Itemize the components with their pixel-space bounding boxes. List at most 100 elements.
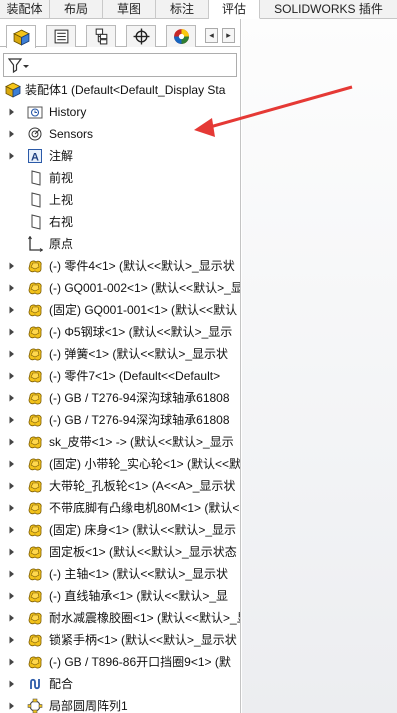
- tree-item[interactable]: 上视: [0, 189, 240, 211]
- featuremanager-tab[interactable]: [6, 25, 36, 48]
- tree-root-label: 装配体1 (Default<Default_Display Sta: [25, 83, 226, 97]
- tree-item[interactable]: 前视: [0, 167, 240, 189]
- graphics-area[interactable]: [242, 19, 397, 713]
- tree-item[interactable]: 右视: [0, 211, 240, 233]
- tree-item[interactable]: (固定) 床身<1> (默认<<默认>_显示: [0, 519, 240, 541]
- tree-item-label: (-) GB / T896-86开口挡圈9<1> (默: [49, 655, 231, 669]
- expand-arrow-icon[interactable]: [9, 284, 15, 292]
- tree-item-label: (固定) 床身<1> (默认<<默认>_显示: [49, 523, 237, 537]
- expand-arrow-icon[interactable]: [9, 350, 15, 358]
- crosshair-icon: [133, 28, 149, 45]
- expand-arrow-icon[interactable]: [9, 460, 15, 468]
- part-icon: [28, 348, 42, 361]
- tree-item[interactable]: A 注解: [0, 145, 240, 167]
- expand-arrow-icon[interactable]: [9, 108, 15, 116]
- part-icon: [28, 458, 42, 471]
- expand-arrow-icon[interactable]: [9, 152, 15, 160]
- plane-icon: [31, 170, 41, 186]
- tree-item[interactable]: (-) 零件7<1> (Default<<Default>: [0, 365, 240, 387]
- expand-arrow-icon[interactable]: [9, 438, 15, 446]
- expand-arrow-icon[interactable]: [9, 636, 15, 644]
- expand-arrow-icon[interactable]: [9, 658, 15, 666]
- expand-arrow-icon[interactable]: [9, 306, 15, 314]
- expand-arrow-icon[interactable]: [9, 416, 15, 424]
- dimxpertmanager-tab[interactable]: [126, 25, 156, 47]
- tree-item[interactable]: sk_皮带<1> -> (默认<<默认>_显示: [0, 431, 240, 453]
- part-icon: [28, 304, 42, 317]
- part-icon: [28, 480, 42, 493]
- tree-item[interactable]: (-) GQ001-002<1> (默认<<默认>_显: [0, 277, 240, 299]
- expand-arrow-icon[interactable]: [9, 526, 15, 534]
- tree-item-label: (-) GB / T276-94深沟球轴承61808: [49, 391, 230, 405]
- tree-item[interactable]: (固定) GQ001-001<1> (默认<<默认: [0, 299, 240, 321]
- tree-item-label: (-) 直线轴承<1> (默认<<默认>_显: [49, 589, 229, 603]
- tree-item[interactable]: (-) 零件4<1> (默认<<默认>_显示状: [0, 255, 240, 277]
- tree-item[interactable]: 原点: [0, 233, 240, 255]
- tree-item[interactable]: (固定) 小带轮_实心轮<1> (默认<<默: [0, 453, 240, 475]
- tree-item[interactable]: 不带底脚有凸缘电机80M<1> (默认<: [0, 497, 240, 519]
- tab-sketch[interactable]: 草图: [103, 0, 156, 19]
- configurationmanager-tab[interactable]: [86, 25, 116, 47]
- sensors-icon: [28, 127, 42, 141]
- part-icon: [28, 370, 42, 383]
- tree-item[interactable]: 局部圆周阵列1: [0, 695, 240, 713]
- tree-item[interactable]: (-) Φ5钢球<1> (默认<<默认>_显示: [0, 321, 240, 343]
- part-icon: [28, 326, 42, 339]
- tree-item[interactable]: (-) GB / T276-94深沟球轴承61808: [0, 387, 240, 409]
- tree-item-label: (-) 主轴<1> (默认<<默认>_显示状: [49, 567, 229, 581]
- propertymanager-tab[interactable]: [46, 25, 76, 47]
- scroll-left-button[interactable]: ◂: [205, 28, 218, 43]
- expand-arrow-icon[interactable]: [9, 130, 15, 138]
- tab-assembly[interactable]: 装配体: [0, 0, 50, 19]
- expand-arrow-icon[interactable]: [9, 680, 15, 688]
- tab-evaluate[interactable]: 评估: [209, 0, 260, 19]
- tree-item[interactable]: (-) 主轴<1> (默认<<默认>_显示状: [0, 563, 240, 585]
- tree-item[interactable]: 大带轮_孔板轮<1> (A<<A>_显示状: [0, 475, 240, 497]
- tree-item[interactable]: 锁紧手柄<1> (默认<<默认>_显示状: [0, 629, 240, 651]
- expand-arrow-icon[interactable]: [9, 702, 15, 710]
- tree-item[interactable]: (-) 弹簧<1> (默认<<默认>_显示状: [0, 343, 240, 365]
- expand-arrow-icon[interactable]: [9, 262, 15, 270]
- tree-item[interactable]: 固定板<1> (默认<<默认>_显示状态: [0, 541, 240, 563]
- expand-arrow-icon[interactable]: [9, 614, 15, 622]
- svg-text:A: A: [31, 152, 39, 164]
- tree-item[interactable]: History: [0, 101, 240, 123]
- propertymanager-icon: [54, 29, 68, 44]
- tree-root[interactable]: 装配体1 (Default<Default_Display Sta: [0, 79, 240, 101]
- tree-item-label: (-) 弹簧<1> (默认<<默认>_显示状: [49, 347, 229, 361]
- expand-arrow-icon[interactable]: [9, 570, 15, 578]
- tree-item[interactable]: (-) GB / T896-86开口挡圈9<1> (默: [0, 651, 240, 673]
- display-manager-tab[interactable]: [166, 25, 196, 47]
- expand-arrow-icon[interactable]: [9, 372, 15, 380]
- tree-item-label: Sensors: [49, 127, 94, 141]
- expand-arrow-icon[interactable]: [9, 548, 15, 556]
- tree-item[interactable]: 耐水减震橡胶圈<1> (默认<<默认>_显: [0, 607, 240, 629]
- tree-filter[interactable]: [3, 53, 237, 77]
- tab-layout[interactable]: 布局: [50, 0, 103, 19]
- assembly-icon: [5, 82, 21, 98]
- expand-arrow-icon[interactable]: [9, 504, 15, 512]
- tree-item[interactable]: (-) 直线轴承<1> (默认<<默认>_显: [0, 585, 240, 607]
- tree-item-label: 注解: [49, 149, 74, 163]
- configurationmanager-icon: [95, 28, 107, 45]
- tree-item-label: (-) Φ5钢球<1> (默认<<默认>_显示: [49, 325, 233, 339]
- tree-item[interactable]: (-) GB / T276-94深沟球轴承61808: [0, 409, 240, 431]
- tree-item-label: (固定) GQ001-001<1> (默认<<默认: [49, 303, 238, 317]
- expand-arrow-icon[interactable]: [9, 482, 15, 490]
- expand-arrow-icon[interactable]: [9, 328, 15, 336]
- tree-item[interactable]: Sensors: [0, 123, 240, 145]
- tab-solidworks-addins[interactable]: SOLIDWORKS 插件: [260, 0, 397, 19]
- tab-markup[interactable]: 标注: [156, 0, 209, 19]
- filter-icon: [8, 58, 29, 74]
- tree-item[interactable]: 配合: [0, 673, 240, 695]
- expand-arrow-icon[interactable]: [9, 592, 15, 600]
- plane-icon: [31, 214, 41, 230]
- solidworks-window: { "command_manager_tabs": ["装配体","布局","草…: [0, 0, 397, 713]
- tree-item-label: 右视: [49, 215, 74, 229]
- manager-tab-bar: ◂ ▸: [0, 25, 240, 48]
- scroll-right-button[interactable]: ▸: [222, 28, 235, 43]
- expand-arrow-icon[interactable]: [9, 394, 15, 402]
- tree-item-label: 锁紧手柄<1> (默认<<默认>_显示状: [49, 633, 237, 647]
- part-icon: [28, 502, 42, 515]
- part-icon: [28, 568, 42, 581]
